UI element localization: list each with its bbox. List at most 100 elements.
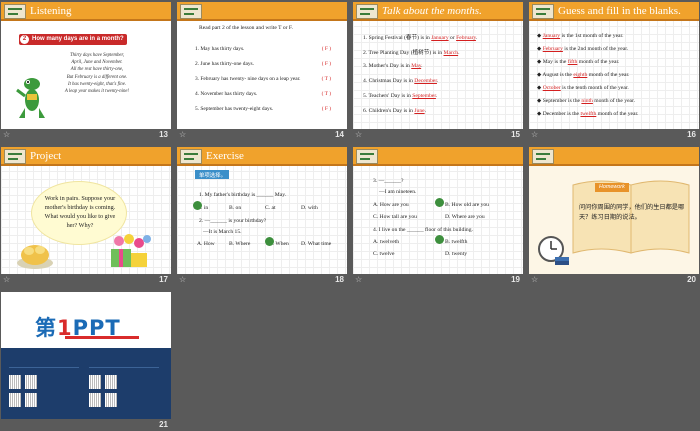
qr-code-icon	[89, 393, 101, 407]
line-text: ◆ September is the	[537, 98, 582, 104]
tf-row-answer: ( F )	[321, 106, 331, 112]
slide-header	[529, 147, 699, 166]
line-text: month of the year.	[592, 98, 635, 104]
line-text: 2. Tree Planting Day (植树节) is in	[363, 50, 444, 56]
answer: ninth	[581, 98, 593, 104]
tf-row: 5. September has twenty-eight days. ( F )	[195, 106, 331, 112]
slide-thumbnail-18[interactable]: Exercise 单项选择。 1. My father's birthday i…	[177, 147, 347, 287]
line-text: 6. Children's Day is in	[363, 108, 415, 114]
tf-row: 4. November has thirty days. ( T )	[195, 91, 331, 97]
slide-thumbnail-19[interactable]: 3. —______? —I am nineteen. A. How are y…	[353, 147, 523, 287]
slide-title: Guess and fill in the blanks.	[558, 5, 681, 17]
fill-line: 2. Tree Planting Day (植树节) is in March.	[363, 48, 460, 56]
fill-line: 6. Children's Day is in June.	[363, 108, 426, 114]
slide-thumbnail-14[interactable]: Read part 2 of the lesson and write T or…	[177, 2, 347, 142]
answer-tree-icon	[435, 198, 444, 207]
poem-line: April, June and November.	[71, 60, 123, 66]
answer: June	[414, 108, 425, 114]
line-text: 4. Christmas Day is in	[363, 78, 415, 84]
fill-line: ◆ August is the eighth month of the year…	[537, 72, 629, 78]
question-text: How many days are in a month?	[32, 36, 124, 42]
poem-line: But February is a different one.	[66, 74, 128, 80]
slide-header	[353, 147, 523, 166]
option: B. twelfth	[445, 239, 468, 245]
tf-row-text: 2. June has thirty-one days.	[195, 61, 254, 67]
option: A. twelveth	[373, 239, 400, 245]
slide-thumbnail-17[interactable]: Project Work in pairs. Suppose your moth…	[1, 147, 171, 287]
qr-code-icon	[89, 375, 101, 389]
gift-flowers-icon	[111, 234, 151, 267]
line-text: is the 2nd month of the year.	[562, 46, 629, 52]
option-text: B. Where	[229, 241, 251, 247]
option: D. What time	[301, 241, 331, 247]
exercise-tag: 单项选择。	[195, 170, 229, 179]
book-logo-icon	[180, 4, 202, 19]
fill-line: ◆ February is the 2nd month of the year.	[537, 46, 628, 52]
fill-line: ◆ September is the ninth month of the ye…	[537, 98, 635, 104]
option: D. with	[301, 205, 318, 211]
poem-line: It has twenty-eight, that's fine.	[67, 81, 127, 87]
book-logo-icon	[532, 149, 554, 164]
fill-line: ◆ October is the tenth month of the year…	[537, 85, 629, 91]
option: B. on	[229, 205, 241, 211]
answer-tree-icon	[193, 201, 202, 210]
question-text: —I am nineteen.	[379, 189, 417, 195]
question-text: 1. My father's birthday is ______ May.	[199, 192, 287, 198]
answer: February	[542, 46, 563, 52]
tf-row-answer: ( F )	[321, 46, 331, 52]
tf-row: 1. May has thirty days. ( F )	[195, 46, 331, 52]
option: D. twenty	[445, 251, 468, 257]
option: B. How old are you	[445, 202, 489, 208]
book-logo-icon	[356, 149, 378, 164]
slide-caption: ☆ 20	[529, 274, 699, 287]
option: A. How are you	[373, 202, 409, 208]
bread-basket-icon	[17, 245, 53, 269]
slide-thumbnail-20[interactable]: Homework 问问你周围的同学，他们的生日都是哪天？练习日期的说法。 ☆ 2…	[529, 147, 699, 287]
instruction-text: Read part 2 of the lesson and write T or…	[199, 25, 293, 31]
slide-13: Listening 2 How many days are in a month…	[1, 2, 171, 129]
qr-code-icon	[105, 393, 117, 407]
slide-header: Guess and fill in the blanks.	[529, 2, 699, 21]
slide-18: Exercise 单项选择。 1. My father's birthday i…	[177, 147, 347, 274]
option-text: A. How	[197, 241, 215, 247]
line-text: .	[475, 35, 478, 41]
slide-caption: ☆ 14	[177, 129, 347, 142]
question-text: 4. I live on the ______ floor of this bu…	[373, 227, 473, 233]
info-column	[9, 352, 79, 368]
answer: twelfth	[580, 111, 597, 117]
fill-line: ◆ January is the 1st month of the year.	[537, 33, 624, 39]
slide-number: 15	[511, 130, 520, 139]
answer: September	[412, 93, 436, 99]
qr-code-icon	[25, 393, 37, 407]
tf-row-text: 3. February has twenty- nine days on a l…	[195, 76, 301, 82]
qr-codes	[9, 375, 159, 409]
qr-code-icon	[9, 375, 21, 389]
slide-caption: ☆ 13	[1, 129, 171, 142]
info-column	[89, 352, 159, 368]
slide-17: Project Work in pairs. Suppose your moth…	[1, 147, 171, 274]
book-logo-icon	[532, 4, 554, 19]
answer: fifth	[567, 59, 578, 65]
line-text: 1. Spring Festival (春节) is in	[363, 35, 432, 41]
line-text: month of the year.	[587, 72, 630, 78]
fill-line: 3. Mother's Day is in May.	[363, 63, 423, 69]
logo-part: 第	[35, 316, 57, 340]
line-text: 3. Mother's Day is in	[363, 63, 412, 69]
line-text: .	[458, 50, 460, 56]
line-text: or	[448, 35, 457, 41]
animation-star-icon: ☆	[3, 130, 11, 139]
answer: January	[542, 33, 561, 39]
exercise-tag-text: 单项选择。	[199, 173, 226, 179]
slide-thumbnail-21[interactable]: 第1PPT 21	[1, 292, 171, 431]
slide-thumbnail-15[interactable]: Talk about the months. 1. Spring Festiva…	[353, 2, 523, 142]
slide-title: Talk about the months.	[382, 5, 482, 17]
poem-line: All the rest have thirty-one,	[70, 67, 124, 73]
slide-thumbnail-13[interactable]: Listening 2 How many days are in a month…	[1, 2, 171, 142]
slide-19: 3. —______? —I am nineteen. A. How are y…	[353, 147, 523, 274]
answer: February	[456, 35, 476, 41]
animation-star-icon: ☆	[355, 275, 363, 284]
answer: May	[411, 63, 422, 69]
answer: January	[431, 35, 449, 41]
slide-thumbnail-16[interactable]: Guess and fill in the blanks. ◆ January …	[529, 2, 699, 142]
book-logo-icon	[4, 149, 26, 164]
